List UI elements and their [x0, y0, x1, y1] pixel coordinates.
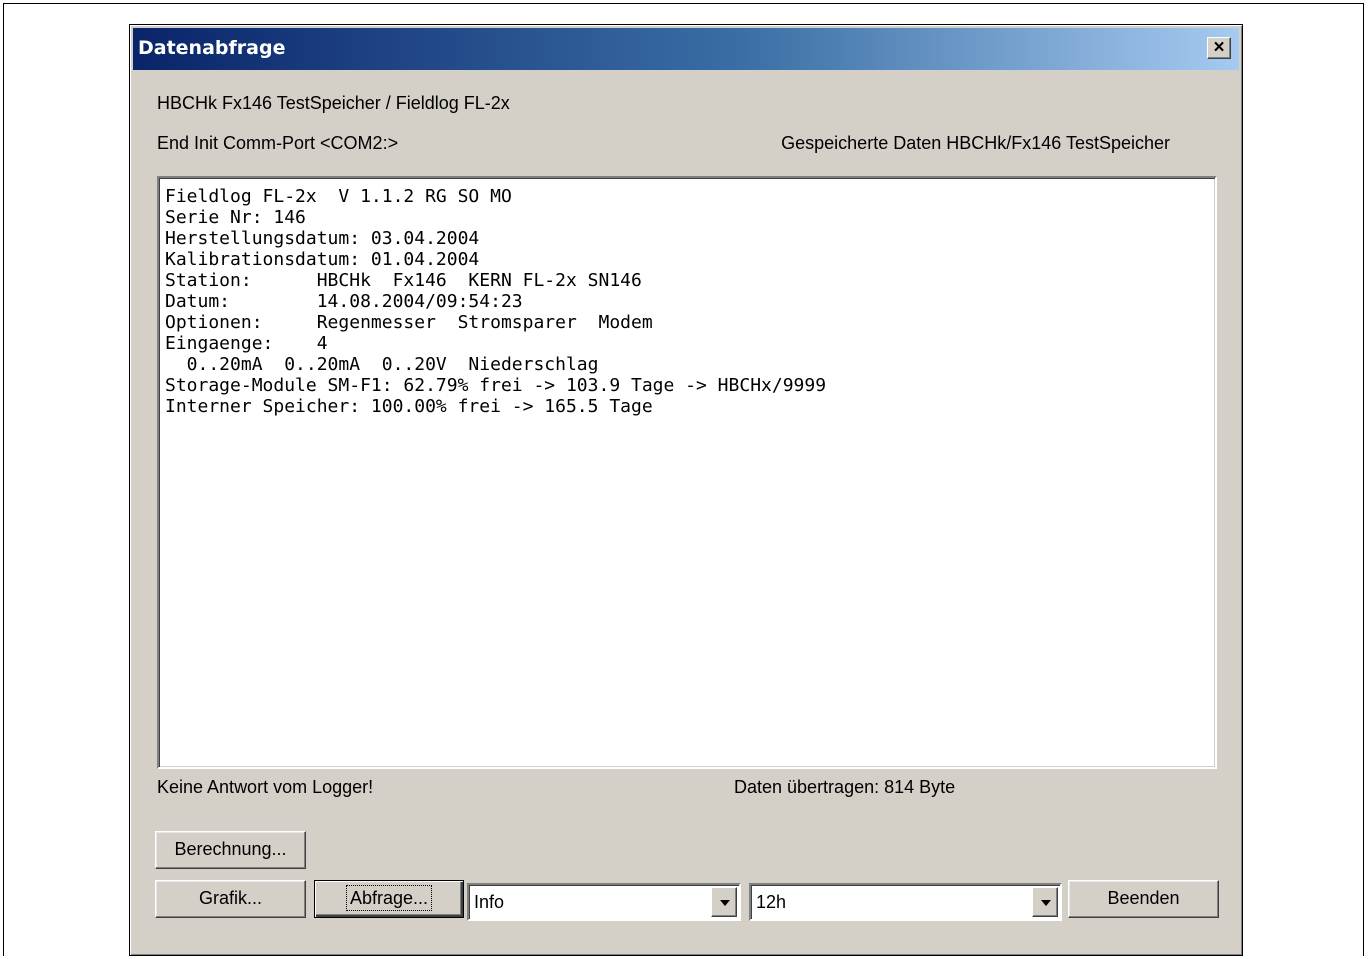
- abfrage-button[interactable]: Abfrage...: [314, 880, 464, 918]
- mode-select-value: Info: [474, 892, 505, 912]
- output-line: Storage-Module SM-F1: 62.79% frei -> 103…: [165, 375, 827, 396]
- abfrage-button-label: Abfrage...: [345, 885, 433, 911]
- berechnung-button[interactable]: Berechnung...: [155, 831, 306, 869]
- logger-status-label: Keine Antwort vom Logger!: [157, 777, 374, 797]
- transferred-bytes-label: Daten übertragen: 814 Byte: [734, 777, 956, 797]
- port-status-label: End Init Comm-Port <COM2:>: [157, 133, 399, 153]
- title-bar[interactable]: Datenabfrage ×: [133, 28, 1239, 70]
- interval-select-value: 12h: [756, 892, 787, 912]
- grafik-button[interactable]: Grafik...: [155, 880, 306, 918]
- interval-select[interactable]: 12h: [749, 883, 1062, 921]
- output-line: 0..20mA 0..20mA 0..20V Niederschlag: [165, 354, 599, 375]
- chevron-down-icon[interactable]: [1032, 887, 1058, 917]
- output-line: Fieldlog FL-2x V 1.1.2 RG SO MO: [165, 186, 512, 207]
- saved-data-label: Gespeicherte Daten HBCHk/Fx146 TestSpeic…: [781, 133, 1170, 153]
- close-button[interactable]: ×: [1207, 37, 1231, 59]
- chevron-down-icon[interactable]: [711, 887, 737, 917]
- output-textarea[interactable]: Fieldlog FL-2x V 1.1.2 RG SO MO Serie Nr…: [157, 176, 1217, 769]
- output-line: Serie Nr: 146: [165, 207, 306, 228]
- output-line: Datum: 14.08.2004/09:54:23: [165, 291, 523, 312]
- output-line: Kalibrationsdatum: 01.04.2004: [165, 249, 480, 270]
- output-line: Eingaenge: 4: [165, 333, 328, 354]
- output-line: Herstellungsdatum: 03.04.2004: [165, 228, 480, 249]
- station-label: HBCHk Fx146 TestSpeicher / Fieldlog FL-2…: [157, 93, 510, 113]
- output-line: Station: HBCHk Fx146 KERN FL-2x SN146: [165, 270, 642, 291]
- output-line: Optionen: Regenmesser Stromsparer Modem: [165, 312, 653, 333]
- output-line: Interner Speicher: 100.00% frei -> 165.5…: [165, 396, 653, 417]
- close-icon: ×: [1213, 37, 1225, 58]
- window-title: Datenabfrage: [138, 37, 286, 59]
- datenabfrage-dialog: Datenabfrage × HBCHk Fx146 TestSpeicher …: [129, 24, 1243, 956]
- mode-select[interactable]: Info: [467, 883, 741, 921]
- beenden-button[interactable]: Beenden: [1068, 880, 1219, 918]
